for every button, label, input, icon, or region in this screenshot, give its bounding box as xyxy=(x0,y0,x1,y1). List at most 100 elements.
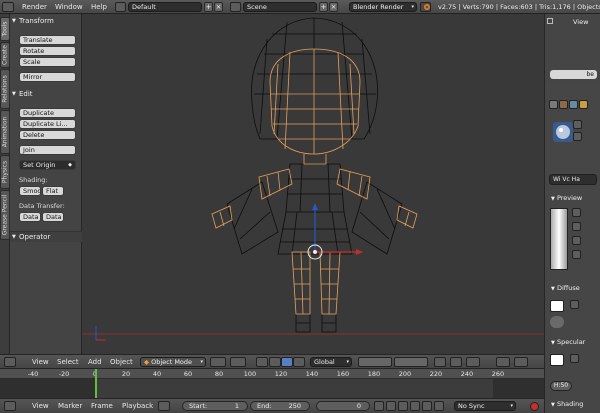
remove-screen-button[interactable]: × xyxy=(214,2,223,12)
operator-panel-header[interactable]: ▼ Operator xyxy=(10,231,82,242)
end-frame-field[interactable]: End: 250 xyxy=(250,401,310,411)
remove-material-slot-icon[interactable] xyxy=(573,132,582,141)
checkbox-icon[interactable] xyxy=(547,18,553,24)
translate-manipulator-icon[interactable] xyxy=(269,357,281,367)
menu-playback[interactable]: Playback xyxy=(122,399,153,413)
menu-view[interactable]: View xyxy=(32,399,49,413)
world-tab-icon[interactable] xyxy=(569,100,578,109)
menu-frame[interactable]: Frame xyxy=(91,399,113,413)
tab-create[interactable]: Create xyxy=(0,42,10,68)
preview-range-icon[interactable] xyxy=(158,401,170,411)
pivot-point-icon[interactable] xyxy=(230,357,246,367)
mode-dropdown[interactable]: ◆ Object Mode ▾ xyxy=(140,357,206,367)
menu-object[interactable]: Object xyxy=(110,355,133,369)
tab-grease-pencil[interactable]: Grease Pencil xyxy=(0,190,10,240)
view-search-field[interactable]: be xyxy=(550,70,597,79)
menu-render[interactable]: Render xyxy=(22,0,47,14)
hardness-field[interactable]: H:50 xyxy=(550,381,572,391)
remove-scene-button[interactable]: × xyxy=(329,2,338,12)
menu-add[interactable]: Add xyxy=(88,355,102,369)
material-name-field[interactable]: Wi Vc Ha xyxy=(549,174,597,185)
jump-end-icon[interactable] xyxy=(434,401,444,411)
jump-start-icon[interactable] xyxy=(374,401,384,411)
rotate-button[interactable]: Rotate xyxy=(19,46,76,56)
tab-animation[interactable]: Animation xyxy=(0,110,10,154)
shade-flat-button[interactable]: Flat xyxy=(42,186,64,196)
previous-keyframe-icon[interactable] xyxy=(386,401,396,411)
editor-type-icon[interactable] xyxy=(2,2,14,12)
diffuse-panel-header[interactable]: ▼ Diffuse xyxy=(551,284,580,292)
render-animation-icon[interactable] xyxy=(514,357,528,367)
diffuse-shader-icon[interactable] xyxy=(570,300,579,309)
tab-physics[interactable]: Physics xyxy=(0,155,10,189)
specular-shader-icon[interactable] xyxy=(570,354,579,363)
object-tab-icon[interactable] xyxy=(579,100,588,109)
snap-element-icon[interactable] xyxy=(466,357,480,367)
preview-cube-icon[interactable] xyxy=(572,222,581,231)
specular-panel-header[interactable]: ▼ Specular xyxy=(551,338,585,346)
play-reverse-icon[interactable] xyxy=(398,401,408,411)
rotate-manipulator-icon[interactable] xyxy=(281,357,293,367)
menu-select[interactable]: Select xyxy=(57,355,79,369)
diffuse-color-swatch[interactable] xyxy=(550,300,564,312)
layer-buttons[interactable] xyxy=(358,357,392,367)
play-icon[interactable] xyxy=(410,401,420,411)
frame-ruler[interactable]: -40 -20 0 20 40 60 80 100 120 140 160 18… xyxy=(0,369,544,379)
edit-panel-header[interactable]: ▼ Edit xyxy=(10,89,82,100)
join-button[interactable]: Join xyxy=(19,145,76,155)
editor-type-icon[interactable] xyxy=(4,401,16,411)
set-origin-dropdown[interactable]: Set Origin ◆ xyxy=(19,160,76,170)
next-keyframe-icon[interactable] xyxy=(422,401,432,411)
start-frame-field[interactable]: Start: 1 xyxy=(182,401,248,411)
screen-layout-icon[interactable] xyxy=(115,2,126,12)
transform-panel-header[interactable]: ▼ Transform xyxy=(10,16,82,27)
current-frame-field[interactable]: 0 xyxy=(316,401,370,411)
3d-viewport[interactable] xyxy=(82,14,544,354)
menu-window[interactable]: Window xyxy=(55,0,83,14)
specular-color-swatch[interactable] xyxy=(550,354,564,366)
add-material-slot-icon[interactable] xyxy=(573,120,582,129)
add-screen-button[interactable]: + xyxy=(204,2,213,12)
menu-marker[interactable]: Marker xyxy=(58,399,82,413)
delete-button[interactable]: Delete xyxy=(19,130,76,140)
preview-hair-icon[interactable] xyxy=(572,250,581,259)
ramp-toggle-icon[interactable] xyxy=(550,316,564,328)
render-preview-icon[interactable] xyxy=(496,357,510,367)
snap-magnet-icon[interactable] xyxy=(450,357,462,367)
timeline-editor[interactable]: -40 -20 0 20 40 60 80 100 120 140 160 18… xyxy=(0,368,544,399)
data-transfer-layout-button[interactable]: Data xyxy=(42,212,64,222)
scale-manipulator-icon[interactable] xyxy=(293,357,305,367)
preview-sphere-icon[interactable] xyxy=(572,208,581,217)
add-scene-button[interactable]: + xyxy=(319,2,328,12)
screen-layout-dropdown[interactable]: Default xyxy=(128,2,202,12)
preview-monkey-icon[interactable] xyxy=(572,236,581,245)
preview-panel-header[interactable]: ▼ Preview xyxy=(551,194,582,202)
tab-tools[interactable]: Tools xyxy=(0,17,10,41)
transform-orientation-dropdown[interactable]: Global ▾ xyxy=(310,357,352,367)
scene-dropdown[interactable]: Scene xyxy=(243,2,317,12)
layer-buttons-2[interactable] xyxy=(394,357,428,367)
translate-button[interactable]: Translate xyxy=(19,35,76,45)
tab-relations[interactable]: Relations xyxy=(0,69,10,109)
editor-type-icon[interactable] xyxy=(4,357,16,367)
shading-panel-header[interactable]: ▼ Shading xyxy=(551,400,583,408)
scene-tab-icon[interactable] xyxy=(559,100,568,109)
sync-mode-dropdown[interactable]: No Sync ▾ xyxy=(454,401,516,411)
duplicate-linked-button[interactable]: Duplicate Li... xyxy=(19,119,76,129)
render-engine-dropdown[interactable]: Blender Render ▾ xyxy=(349,2,417,12)
shade-smooth-button[interactable]: Smoo xyxy=(19,186,41,196)
data-transfer-button[interactable]: Data xyxy=(19,212,41,222)
current-frame-indicator[interactable] xyxy=(95,369,97,399)
viewport-shading-icon[interactable] xyxy=(210,357,226,367)
viewport-canvas[interactable] xyxy=(82,14,544,354)
render-tab-icon[interactable] xyxy=(549,100,558,109)
menu-view[interactable]: View xyxy=(32,355,49,369)
duplicate-button[interactable]: Duplicate xyxy=(19,108,76,118)
object-origin-manipulator[interactable] xyxy=(307,203,363,260)
menu-help[interactable]: Help xyxy=(91,0,107,14)
mirror-button[interactable]: Mirror xyxy=(19,72,76,82)
manipulator-toggle-icon[interactable] xyxy=(256,357,268,367)
record-icon[interactable] xyxy=(530,402,539,411)
scale-button[interactable]: Scale xyxy=(19,57,76,67)
scene-icon[interactable] xyxy=(230,2,241,12)
